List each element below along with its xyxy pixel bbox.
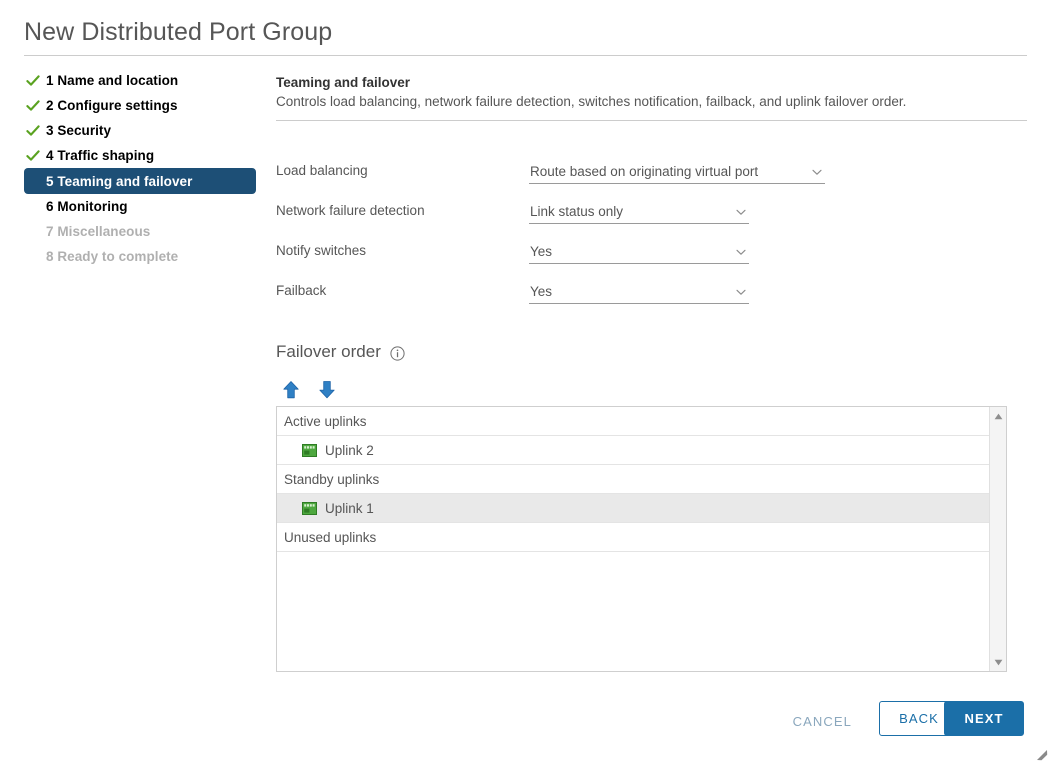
form-row: Notify switches Yes [276,240,1027,280]
load-balancing-select[interactable]: Route based on originating virtual port [529,160,825,184]
wizard-step-label: 2 Configure settings [46,98,178,113]
wizard-step-label: 8 Ready to complete [46,249,179,264]
form-label: Network failure detection [276,203,425,218]
failover-order-title: Failover order [276,342,381,361]
form-label: Failback [276,283,327,298]
panel-divider [276,120,1027,121]
uplink-label: Uplink 2 [325,442,374,458]
failover-order-heading: Failover order [276,342,405,362]
list-empty-area [277,552,989,671]
form-row: Failback Yes [276,280,1027,320]
wizard-step-4[interactable]: 4 Traffic shaping [24,143,268,168]
step-complete-check-icon [26,74,40,88]
uplink-label: Uplink 1 [325,500,374,516]
step-complete-check-icon [26,149,40,163]
uplink-group-header: Unused uplinks [277,523,989,552]
uplink-list-item[interactable]: Uplink 1 [277,494,989,523]
wizard-step-list: 1 Name and location 2 Configure settings 3… [24,68,268,269]
scroll-up-arrow-icon[interactable] [990,408,1006,424]
arrow-down-icon[interactable] [316,379,338,401]
uplink-group-header: Active uplinks [277,407,989,436]
chevron-down-icon [735,246,747,258]
uplink-group-header: Standby uplinks [277,465,989,494]
wizard-step-3[interactable]: 3 Security [24,118,268,143]
select-value: Yes [530,243,553,259]
nic-adapter-icon [302,443,317,457]
nic-adapter-icon [302,501,317,515]
wizard-step-label: 5 Teaming and failover [46,173,193,189]
select-value: Yes [530,283,553,299]
select-value: Link status only [530,203,624,219]
wizard-step-label: 7 Miscellaneous [46,224,151,239]
wizard-step-label: 6 Monitoring [46,199,128,214]
failover-order-list: Active uplinks Uplink 2 Standby uplinks Upl… [277,407,989,671]
step-complete-check-icon [26,124,40,138]
notify-switches-select[interactable]: Yes [529,240,749,264]
cancel-button[interactable]: CANCEL [785,708,860,735]
form-row: Network failure detection Link status onl… [276,200,1027,240]
page-title: New Distributed Port Group [24,18,333,46]
panel-header: Teaming and failover Controls load balan… [276,75,1027,121]
new-distributed-port-group-wizard: New Distributed Port Group 1 Name and lo… [0,0,1051,764]
chevron-down-icon [811,166,823,178]
panel-description: Controls load balancing, network failure… [276,94,907,109]
arrow-up-icon[interactable] [280,379,302,401]
form-label: Load balancing [276,163,368,178]
uplink-group-label: Unused uplinks [284,529,377,545]
form-label: Notify switches [276,243,367,258]
failover-order-listbox[interactable]: Active uplinks Uplink 2 Standby uplinks Upl… [276,406,1007,672]
form-row: Load balancing Route based on originating… [276,160,1027,200]
failover-order-scrollbar[interactable] [989,407,1006,671]
uplink-group-label: Active uplinks [284,413,367,429]
wizard-step-8[interactable]: 8 Ready to complete [24,244,268,269]
step-complete-check-icon [26,99,40,113]
next-button[interactable]: NEXT [944,701,1024,736]
title-divider [24,55,1027,56]
wizard-step-5[interactable]: 5 Teaming and failover [24,168,256,194]
wizard-step-label: 1 Name and location [46,73,179,88]
wizard-step-2[interactable]: 2 Configure settings [24,93,268,118]
failover-order-toolbar [280,379,338,401]
resize-grip-icon[interactable] [1034,747,1048,761]
network-failure-detection-select[interactable]: Link status only [529,200,749,224]
scroll-down-arrow-icon[interactable] [990,654,1006,670]
uplink-list-item[interactable]: Uplink 2 [277,436,989,465]
panel-title: Teaming and failover [276,75,411,90]
chevron-down-icon [735,286,747,298]
wizard-step-1[interactable]: 1 Name and location [24,68,268,93]
info-circle-icon[interactable] [390,346,405,361]
wizard-step-6[interactable]: 6 Monitoring [24,194,268,219]
teaming-settings-form: Load balancing Route based on originating… [276,160,1027,320]
wizard-step-label: 3 Security [46,123,112,138]
wizard-step-label: 4 Traffic shaping [46,148,155,163]
failback-select[interactable]: Yes [529,280,749,304]
chevron-down-icon [735,206,747,218]
select-value: Route based on originating virtual port [530,163,759,179]
uplink-group-label: Standby uplinks [284,471,380,487]
wizard-footer: CANCEL BACK NEXT [0,698,1051,742]
wizard-step-7[interactable]: 7 Miscellaneous [24,219,268,244]
